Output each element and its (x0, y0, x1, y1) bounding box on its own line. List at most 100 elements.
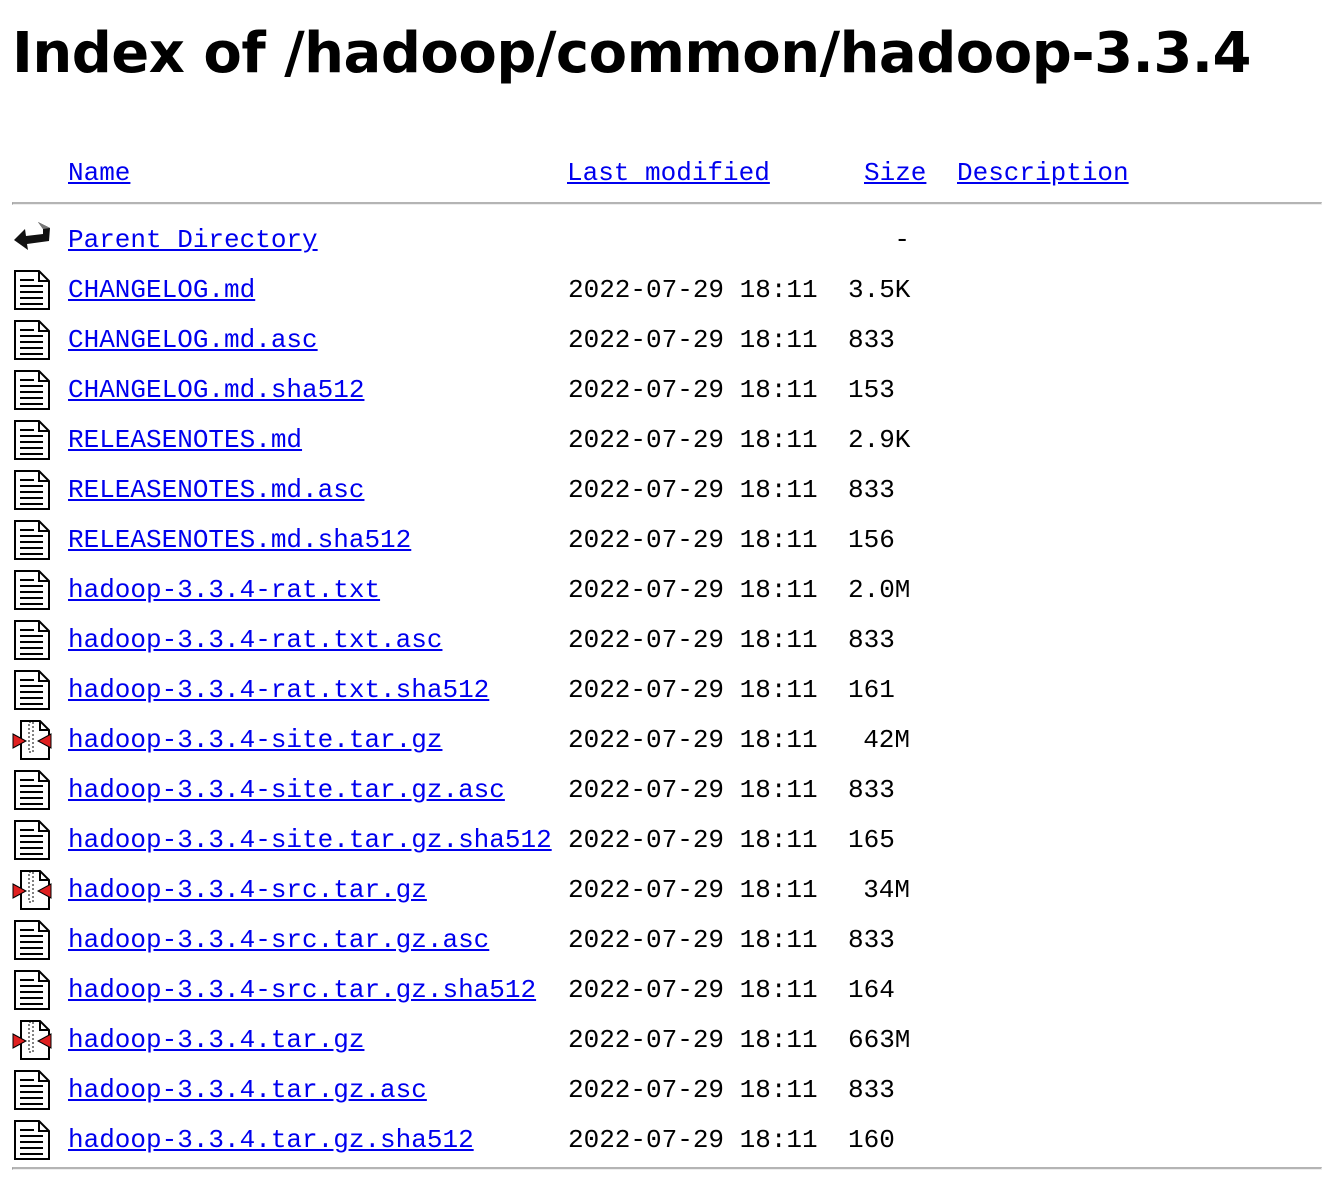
file-link[interactable]: hadoop-3.3.4-src.tar.gz.sha512 (68, 975, 536, 1005)
text-file-icon (12, 269, 52, 311)
file-size: 34M (863, 875, 910, 905)
file-size: 663M (848, 1025, 911, 1055)
file-size: 161 (848, 675, 895, 705)
parent-size: - (894, 225, 910, 255)
text-file-icon (12, 419, 52, 461)
text-file-icon (12, 319, 52, 361)
file-link[interactable]: hadoop-3.3.4-src.tar.gz (68, 875, 427, 905)
sort-by-size-link[interactable]: Size (864, 158, 926, 188)
file-size: 3.5K (848, 275, 911, 305)
footer-divider (12, 1167, 1322, 1170)
file-row: CHANGELOG.md 2022-07-29 18:11 3.5K (12, 265, 1322, 315)
file-modified: 2022-07-29 18:11 (568, 425, 818, 455)
file-modified: 2022-07-29 18:11 (568, 825, 818, 855)
file-row: hadoop-3.3.4-rat.txt.sha512 2022-07-29 18… (12, 665, 1322, 715)
file-size: 833 (848, 775, 895, 805)
text-file-icon (12, 569, 52, 611)
file-row: hadoop-3.3.4-rat.txt 2022-07-29 18:11 2.0M (12, 565, 1322, 615)
file-size: 2.0M (848, 575, 911, 605)
page-title: Index of /hadoop/common/hadoop-3.3.4 (12, 21, 1252, 86)
file-link[interactable]: hadoop-3.3.4-rat.txt.asc (68, 625, 442, 655)
file-link[interactable]: hadoop-3.3.4-rat.txt (68, 575, 380, 605)
file-modified: 2022-07-29 18:11 (568, 925, 818, 955)
text-file-icon (12, 919, 52, 961)
file-modified: 2022-07-29 18:11 (568, 375, 818, 405)
compressed-file-icon (12, 869, 52, 911)
compressed-file-icon (12, 719, 52, 761)
file-modified: 2022-07-29 18:11 (568, 575, 818, 605)
file-link[interactable]: CHANGELOG.md.sha512 (68, 375, 364, 405)
sort-by-name-link[interactable]: Name (68, 158, 130, 188)
compressed-file-icon (12, 1019, 52, 1061)
file-size: 833 (848, 1075, 895, 1105)
file-link[interactable]: CHANGELOG.md (68, 275, 255, 305)
listing-header: Name Last modified Size Description (12, 150, 1322, 200)
file-modified: 2022-07-29 18:11 (568, 625, 818, 655)
file-modified: 2022-07-29 18:11 (568, 325, 818, 355)
file-modified: 2022-07-29 18:11 (568, 875, 818, 905)
text-file-icon (12, 1069, 52, 1111)
file-row: hadoop-3.3.4-src.tar.gz.sha512 2022-07-29… (12, 965, 1322, 1015)
file-row: hadoop-3.3.4-site.tar.gz.sha512 2022-07-2… (12, 815, 1322, 865)
file-size: 156 (848, 525, 895, 555)
file-row: hadoop-3.3.4.tar.gz.sha512 2022-07-29 18:… (12, 1115, 1322, 1165)
file-link[interactable]: hadoop-3.3.4-site.tar.gz (68, 725, 442, 755)
file-link[interactable]: hadoop-3.3.4-src.tar.gz.asc (68, 925, 489, 955)
text-file-icon (12, 969, 52, 1011)
file-row: RELEASENOTES.md.sha512 2022-07-29 18:11 15… (12, 515, 1322, 565)
file-modified: 2022-07-29 18:11 (568, 775, 818, 805)
file-size: 833 (848, 475, 895, 505)
file-size: 153 (848, 375, 895, 405)
file-row: hadoop-3.3.4-src.tar.gz 2022-07-29 18:11 3… (12, 865, 1322, 915)
text-file-icon (12, 1119, 52, 1161)
parent-directory-row: Parent Directory - (12, 215, 1322, 265)
file-link[interactable]: hadoop-3.3.4-site.tar.gz.sha512 (68, 825, 552, 855)
text-file-icon (12, 369, 52, 411)
file-modified: 2022-07-29 18:11 (568, 1025, 818, 1055)
file-size: 42M (863, 725, 910, 755)
file-row: CHANGELOG.md.sha512 2022-07-29 18:11 153 (12, 365, 1322, 415)
file-size: 833 (848, 925, 895, 955)
back-icon (12, 219, 52, 261)
file-modified: 2022-07-29 18:11 (568, 275, 818, 305)
file-modified: 2022-07-29 18:11 (568, 1125, 818, 1155)
file-link[interactable]: hadoop-3.3.4-site.tar.gz.asc (68, 775, 505, 805)
file-link[interactable]: RELEASENOTES.md.sha512 (68, 525, 411, 555)
file-link[interactable]: hadoop-3.3.4.tar.gz.sha512 (68, 1125, 474, 1155)
sort-by-description-link[interactable]: Description (957, 158, 1129, 188)
sort-by-last-modified-link[interactable]: Last modified (567, 158, 770, 188)
file-modified: 2022-07-29 18:11 (568, 975, 818, 1005)
text-file-icon (12, 619, 52, 661)
parent-directory-link[interactable]: Parent Directory (68, 225, 318, 255)
file-link[interactable]: hadoop-3.3.4.tar.gz.asc (68, 1075, 427, 1105)
file-link[interactable]: CHANGELOG.md.asc (68, 325, 318, 355)
file-modified: 2022-07-29 18:11 (568, 525, 818, 555)
file-row: hadoop-3.3.4.tar.gz.asc 2022-07-29 18:11 8… (12, 1065, 1322, 1115)
text-file-icon (12, 469, 52, 511)
text-file-icon (12, 669, 52, 711)
file-row: hadoop-3.3.4-site.tar.gz 2022-07-29 18:11… (12, 715, 1322, 765)
file-size: 2.9K (848, 425, 911, 455)
file-size: 160 (848, 1125, 895, 1155)
file-size: 833 (848, 325, 895, 355)
file-link[interactable]: hadoop-3.3.4-rat.txt.sha512 (68, 675, 489, 705)
file-rows: Parent Directory - CHANGELOG.md 2022-07-2… (12, 205, 1322, 1165)
file-row: hadoop-3.3.4-src.tar.gz.asc 2022-07-29 18… (12, 915, 1322, 965)
file-size: 165 (848, 825, 895, 855)
file-modified: 2022-07-29 18:11 (568, 1075, 818, 1105)
directory-listing: Name Last modified Size Description Pare… (12, 150, 1322, 1170)
file-link[interactable]: RELEASENOTES.md (68, 425, 302, 455)
text-file-icon (12, 519, 52, 561)
file-row: CHANGELOG.md.asc 2022-07-29 18:11 833 (12, 315, 1322, 365)
text-file-icon (12, 819, 52, 861)
file-modified: 2022-07-29 18:11 (568, 675, 818, 705)
file-modified: 2022-07-29 18:11 (568, 725, 818, 755)
file-row: hadoop-3.3.4-rat.txt.asc 2022-07-29 18:11… (12, 615, 1322, 665)
text-file-icon (12, 769, 52, 811)
file-row: RELEASENOTES.md 2022-07-29 18:11 2.9K (12, 415, 1322, 465)
file-size: 164 (848, 975, 895, 1005)
file-link[interactable]: RELEASENOTES.md.asc (68, 475, 364, 505)
file-link[interactable]: hadoop-3.3.4.tar.gz (68, 1025, 364, 1055)
file-row: hadoop-3.3.4.tar.gz 2022-07-29 18:11 663M (12, 1015, 1322, 1065)
file-size: 833 (848, 625, 895, 655)
